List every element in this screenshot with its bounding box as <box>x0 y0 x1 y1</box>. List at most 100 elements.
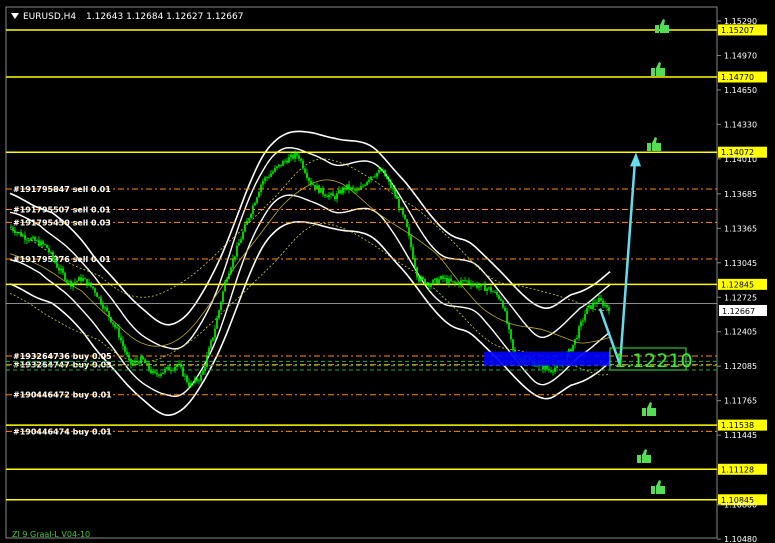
candle-body <box>400 207 402 209</box>
candle-body <box>350 187 352 190</box>
candle-body <box>222 291 224 303</box>
candle-body <box>84 278 86 280</box>
candle-body <box>238 242 240 246</box>
y-tick-label: 1.13365 <box>724 224 757 233</box>
candle-body <box>280 164 282 166</box>
candle-body <box>502 300 504 308</box>
candle-body <box>40 241 42 246</box>
candle-body <box>192 382 194 384</box>
candle-body <box>210 340 212 348</box>
candle-body <box>292 154 294 159</box>
candle-body <box>602 300 604 306</box>
candle-body <box>154 371 156 373</box>
candle-body <box>246 220 248 225</box>
candle-body <box>42 241 44 245</box>
candle-body <box>496 291 498 296</box>
candle-body <box>362 185 364 187</box>
candle-body <box>296 153 298 156</box>
candle-body <box>252 205 254 214</box>
candle-body <box>398 199 400 209</box>
candle-body <box>572 344 574 352</box>
candle-body <box>574 339 576 345</box>
candle-body <box>598 297 600 303</box>
candle-body <box>356 190 358 191</box>
candle-body <box>86 278 88 286</box>
candle-body <box>102 304 104 309</box>
order-label: #193264747 buy 0.03 <box>13 361 112 370</box>
candle-body <box>570 349 572 352</box>
candle-body <box>158 374 160 376</box>
candle-body <box>554 367 556 372</box>
level-label: 1.14770 <box>721 73 754 82</box>
candle-body <box>226 278 228 282</box>
candle-body <box>486 288 488 291</box>
candle-body <box>304 168 306 173</box>
candle-body <box>116 327 118 329</box>
candle-body <box>404 214 406 220</box>
candle-body <box>366 181 368 186</box>
candle-body <box>82 278 84 282</box>
order-label: #191795507 sell 0.01 <box>13 205 111 214</box>
order-label: #191795847 sell 0.01 <box>13 185 111 194</box>
candle-body <box>156 372 158 375</box>
candle-body <box>508 323 510 330</box>
candle-body <box>140 356 142 364</box>
candle-body <box>414 258 416 268</box>
candle-body <box>240 239 242 243</box>
candle-body <box>134 360 136 363</box>
candle-body <box>100 297 102 305</box>
candle-body <box>590 305 592 309</box>
candle-body <box>198 380 200 382</box>
candle-body <box>456 282 458 284</box>
candle-body <box>56 262 58 268</box>
y-tick-label: 1.12085 <box>724 362 757 371</box>
candle-body <box>70 280 72 287</box>
candle-body <box>36 240 38 242</box>
level-label: 1.11538 <box>721 421 754 430</box>
candle-body <box>544 365 546 370</box>
candle-body <box>422 277 424 279</box>
candle-body <box>124 346 126 352</box>
candle-body <box>408 227 410 236</box>
candle-body <box>596 302 598 304</box>
candle-body <box>500 298 502 301</box>
candle-body <box>346 184 348 190</box>
candle-body <box>136 360 138 362</box>
price-chart: EURUSD,H4 1.12643 1.12684 1.12627 1.1266… <box>0 0 775 543</box>
candle-body <box>428 283 430 287</box>
candle-body <box>380 169 382 172</box>
candle-body <box>202 371 204 375</box>
candle-body <box>90 282 92 287</box>
candle-body <box>430 284 432 287</box>
candle-body <box>204 366 206 372</box>
candle-body <box>536 365 538 367</box>
candle-body <box>294 153 296 159</box>
candle-body <box>512 339 514 351</box>
thumb-cuff <box>651 486 655 494</box>
candle-body <box>22 235 24 237</box>
candle-body <box>142 356 144 360</box>
y-tick-label: 1.14330 <box>724 120 757 129</box>
candle-body <box>484 284 486 291</box>
candle-body <box>194 378 196 383</box>
candle-body <box>494 291 496 293</box>
candle-body <box>364 185 366 186</box>
candle-body <box>208 347 210 356</box>
candle-body <box>288 157 290 163</box>
big-price-label: 1.12210 <box>614 350 693 372</box>
candle-body <box>254 202 256 206</box>
thumb-cuff <box>642 408 646 416</box>
order-label: #190446474 buy 0.01 <box>13 427 112 436</box>
candle-body <box>324 194 326 197</box>
candle-body <box>476 283 478 288</box>
candle-body <box>218 310 220 319</box>
candle-body <box>32 237 34 239</box>
candle-body <box>600 297 602 301</box>
candle-body <box>270 173 272 177</box>
candle-body <box>316 185 318 189</box>
candle-body <box>576 337 578 340</box>
candle-body <box>278 164 280 167</box>
candle-body <box>186 375 188 383</box>
candle-body <box>30 238 32 241</box>
candle-body <box>402 207 404 215</box>
